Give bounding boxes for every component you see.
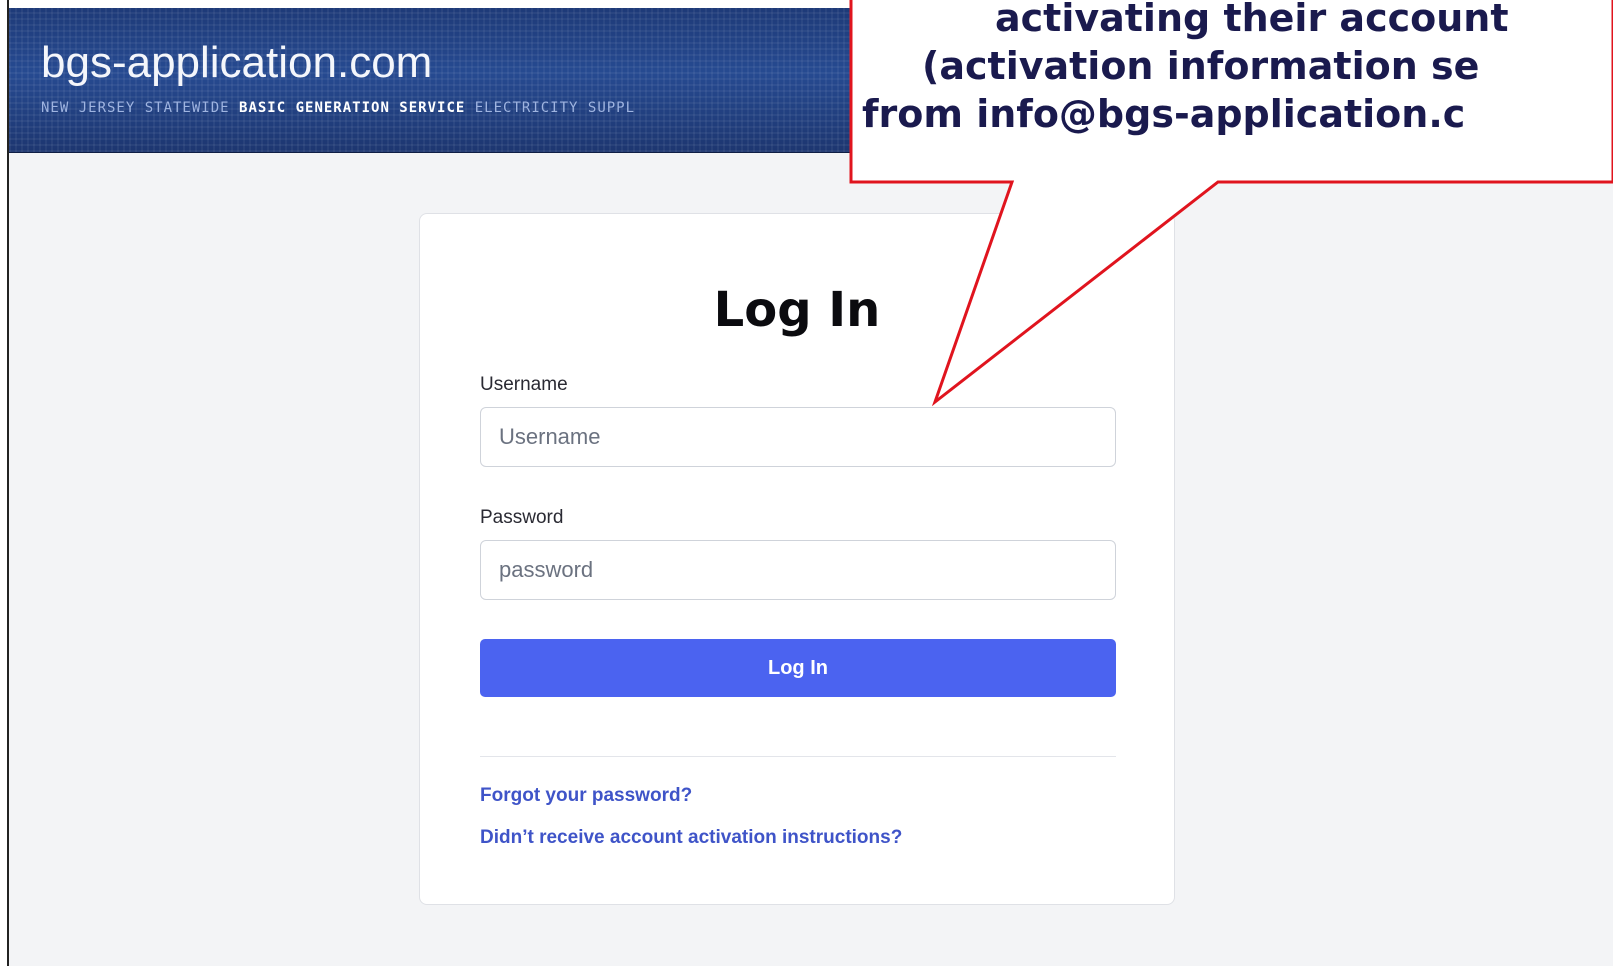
callout-line-2: (activation information se bbox=[922, 44, 1480, 88]
username-input[interactable] bbox=[480, 407, 1116, 467]
login-card: Log In Username Password Log In Forgot y… bbox=[419, 213, 1175, 905]
password-input[interactable] bbox=[480, 540, 1116, 600]
browser-screenshot: bgs-application.com NEW JERSEY STATEWIDE… bbox=[9, 8, 1613, 966]
login-title: Log In bbox=[713, 282, 881, 338]
login-button[interactable]: Log In bbox=[480, 639, 1116, 697]
callout-line-1: activating their account bbox=[995, 0, 1509, 40]
slide-left-edge bbox=[0, 0, 9, 966]
callout-line-3: from info@bgs-application.c bbox=[862, 92, 1466, 136]
slide-page: bgs-application.com NEW JERSEY STATEWIDE… bbox=[0, 0, 1613, 966]
card-divider bbox=[480, 756, 1116, 757]
site-logo-subtitle: NEW JERSEY STATEWIDE BASIC GENERATION SE… bbox=[41, 100, 635, 116]
forgot-password-link[interactable]: Forgot your password? bbox=[480, 785, 692, 807]
activation-instructions-link[interactable]: Didn’t receive account activation instru… bbox=[480, 827, 902, 849]
subtitle-part-1: NEW JERSEY STATEWIDE bbox=[41, 100, 240, 116]
password-label: Password bbox=[480, 507, 564, 528]
subtitle-part-3: ELECTRICITY SUPPL bbox=[465, 100, 636, 116]
subtitle-part-2: BASIC GENERATION SERVICE bbox=[239, 100, 466, 116]
callout-text: activating their account (activation inf… bbox=[862, 0, 1613, 138]
site-logo-title[interactable]: bgs-application.com bbox=[41, 38, 432, 88]
username-label: Username bbox=[480, 374, 568, 395]
